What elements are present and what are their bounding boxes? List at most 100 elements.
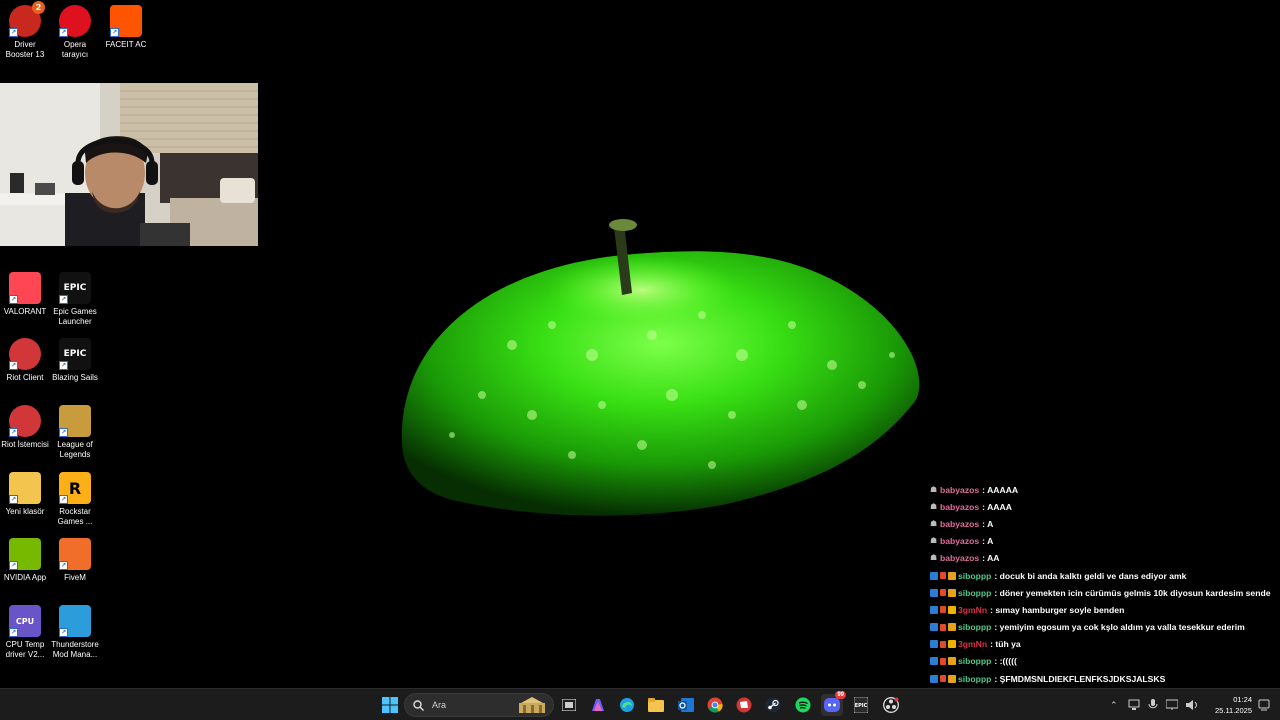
edge-icon[interactable]	[616, 694, 638, 716]
network-icon[interactable]	[1128, 699, 1140, 711]
chat-message-text: : tüh ya	[990, 639, 1021, 650]
desktop-icon-label: Rockstar Games ...	[57, 507, 93, 526]
chat-username: babyazos	[940, 501, 980, 512]
mod-badge-icon	[930, 571, 938, 580]
shortcut-arrow-icon: ↗	[9, 495, 18, 504]
volume-icon[interactable]	[1185, 699, 1198, 711]
riot-icon[interactable]	[733, 694, 755, 716]
chat-username: siboppp	[958, 587, 992, 598]
desktop-icon-riot-istemcisi[interactable]: ↗ Riot İstemcisi	[0, 405, 50, 450]
spotify-icon[interactable]	[792, 694, 814, 716]
desktop-icon-rockstar[interactable]: R ↗ Rockstar Games ...	[50, 472, 100, 527]
valorant-icon: ↗	[9, 272, 41, 304]
chrome-icon[interactable]	[704, 694, 726, 716]
desktop-icon-label: NVIDIA App	[3, 573, 47, 582]
cpu-temp-icon-text: CPU	[15, 616, 35, 626]
sub-badge-icon	[948, 588, 956, 597]
mod-badge-icon	[930, 674, 938, 683]
blazing-sails-icon: EPIC ↗	[59, 338, 91, 370]
epic-icon[interactable]: EPIC	[850, 694, 872, 716]
desktop-icon-fivem[interactable]: ↗ FiveM	[50, 538, 100, 583]
chat-message: ☗ babyazos: A	[930, 515, 1280, 532]
chat-message-text: : AAAA	[982, 501, 1012, 512]
chat-message: ☗ babyazos: AAAA	[930, 498, 1280, 515]
shortcut-arrow-icon: ↗	[59, 561, 68, 570]
chat-message: 3gmNn: tüh ya	[930, 636, 1280, 653]
desktop-icon-thunderstore[interactable]: ↗ Thunderstore Mod Mana...	[50, 605, 100, 660]
file-explorer-icon[interactable]	[645, 694, 667, 716]
user-badge-icon: ☗	[930, 518, 938, 528]
fire-badge-icon	[940, 657, 946, 665]
green-apple-wallpaper-image	[401, 219, 920, 516]
shortcut-arrow-icon: ↗	[110, 28, 119, 37]
user-badge-icon: ☗	[930, 536, 938, 546]
fivem-icon: ↗	[59, 538, 91, 570]
desktop-icon-faceit[interactable]: ↗ FACEIT AC	[101, 5, 151, 50]
desktop-icon-yeni-klasor[interactable]: ↗ Yeni klasör	[0, 472, 50, 517]
chat-message-text: : :(((((	[994, 656, 1017, 667]
fire-badge-icon	[940, 572, 946, 580]
chevron-up-icon[interactable]: ⌃	[1110, 700, 1118, 711]
desktop-icon-label: Blazing Sails	[52, 373, 98, 382]
notification-center-icon[interactable]	[1258, 699, 1270, 711]
chat-message-text: : yemiyim egosum ya cok kşlo aldım ya va…	[994, 622, 1245, 633]
league-icon: ↗	[59, 405, 91, 437]
system-tray: ⌃	[1110, 689, 1198, 720]
mod-badge-icon	[930, 605, 938, 614]
sub-badge-icon	[948, 571, 956, 580]
chat-message-text: : sımay hamburger soyle benden	[990, 604, 1125, 615]
shortcut-arrow-icon: ↗	[9, 295, 18, 304]
shortcut-arrow-icon: ↗	[59, 28, 68, 37]
task-view-icon[interactable]	[558, 694, 580, 716]
outlook-icon[interactable]	[675, 694, 697, 716]
desktop-icon-label: Thunderstore Mod Mana...	[51, 640, 99, 659]
desktop-icon-label: Riot İstemcisi	[1, 440, 49, 449]
desktop-icon-league[interactable]: ↗ League of Legends	[50, 405, 100, 460]
mod-badge-icon	[930, 640, 938, 649]
microphone-icon[interactable]	[1148, 699, 1158, 711]
driver-booster-badge: 2	[32, 1, 45, 14]
discord-icon[interactable]: 99	[821, 691, 846, 716]
shortcut-arrow-icon: ↗	[59, 295, 68, 304]
epic-launcher-icon-text: EPIC	[63, 283, 87, 293]
chat-message: ☗ babyazos: A	[930, 533, 1280, 550]
desktop-icon-label: Yeni klasör	[5, 507, 45, 516]
blazing-sails-icon-text: EPIC	[63, 349, 87, 359]
chat-username: babyazos	[940, 484, 980, 495]
desktop-icon-valorant[interactable]: ↗ VALORANT	[0, 272, 50, 317]
desktop-icon-blazing-sails[interactable]: EPIC ↗ Blazing Sails	[50, 338, 100, 383]
nvidia-icon: ↗	[9, 538, 41, 570]
desktop-icon-opera[interactable]: ↗ Opera tarayıcı	[50, 5, 100, 60]
desktop-icon-driver-booster[interactable]: 2 ↗ Driver Booster 13	[0, 1, 50, 60]
desktop-icon-nvidia[interactable]: ↗ NVIDIA App	[0, 538, 50, 583]
search-box[interactable]: Ara	[404, 693, 554, 717]
chat-message: ☗ babyazos: AAAAA	[930, 481, 1280, 498]
chat-message: siboppp: döner yemekten icin cürümüs gel…	[930, 584, 1280, 601]
sub-badge-icon	[948, 623, 956, 632]
desktop-icon-label: Epic Games Launcher	[53, 307, 97, 326]
copilot-icon[interactable]	[587, 694, 609, 716]
fire-badge-icon	[940, 606, 946, 614]
riot-client-icon: ↗	[9, 338, 41, 370]
start-icon[interactable]	[379, 694, 401, 716]
desktop-icon-cpu-temp[interactable]: CPU ↗ CPU Temp driver V2...	[0, 605, 50, 660]
obs-icon[interactable]	[880, 694, 902, 716]
desktop-icon-riot-client[interactable]: ↗ Riot Client	[0, 338, 50, 383]
shortcut-arrow-icon: ↗	[59, 495, 68, 504]
fire-badge-icon	[940, 623, 946, 631]
clock[interactable]: 01:24 25.11.2025	[1215, 694, 1252, 716]
webcam-feed-image	[0, 83, 258, 246]
rockstar-icon-text: R	[68, 478, 82, 498]
chat-username: siboppp	[958, 656, 992, 667]
desktop-icon-epic-launcher[interactable]: EPIC ↗ Epic Games Launcher	[50, 272, 100, 327]
monitor-icon[interactable]	[1165, 699, 1178, 711]
chat-username: babyazos	[940, 518, 980, 529]
svg-text:EPIC: EPIC	[855, 703, 868, 709]
mod-badge-icon	[930, 657, 938, 666]
discord-notification-badge: 99	[835, 691, 846, 699]
steam-icon[interactable]	[762, 694, 784, 716]
chat-message: siboppp: ŞFMDMSNLDIEKFLENFKSJDKSJALSKS	[930, 670, 1280, 687]
thunderstore-icon: ↗	[59, 605, 91, 637]
chat-username: siboppp	[958, 673, 992, 684]
chat-message-text: : docuk bi anda kalktı geldi ve dans edi…	[994, 570, 1187, 581]
